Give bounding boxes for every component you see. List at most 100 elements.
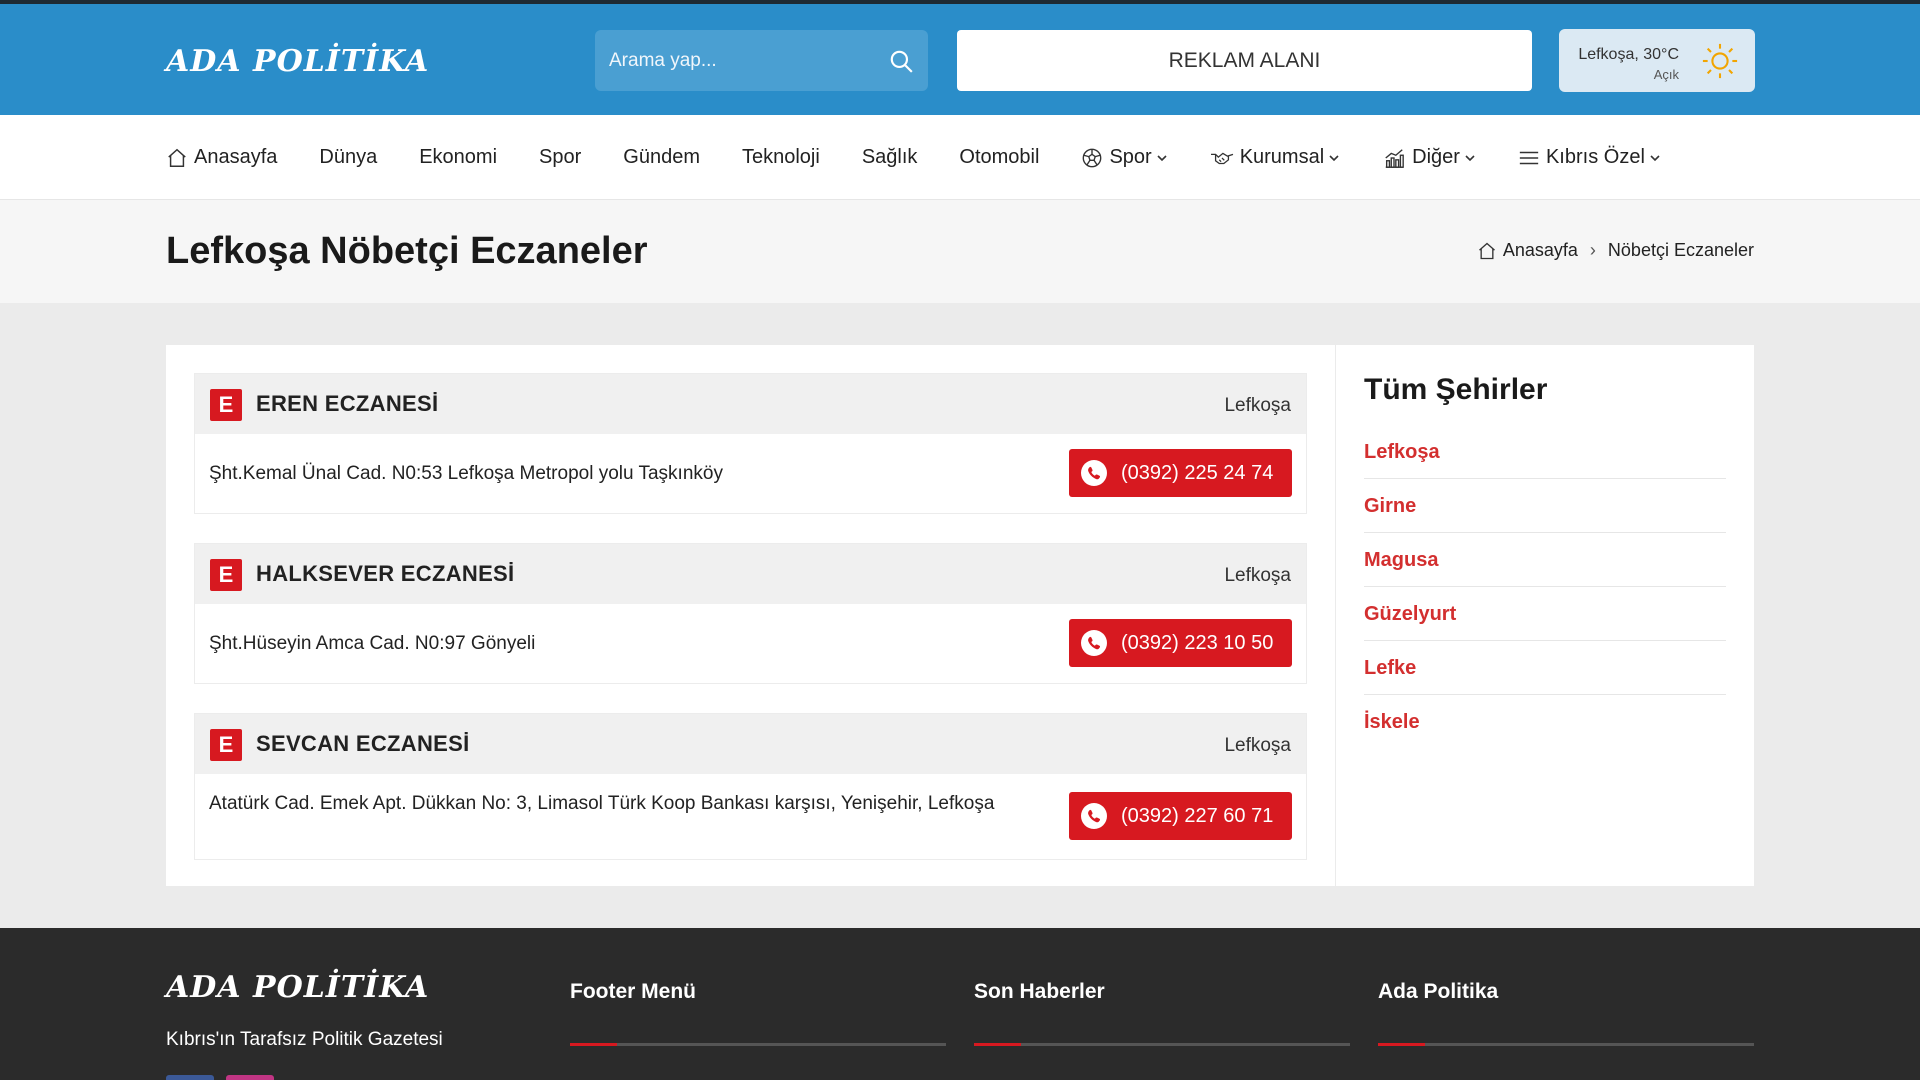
chart-icon bbox=[1385, 148, 1405, 168]
weather-widget: Lefkoşa, 30°C Açık bbox=[1559, 29, 1755, 92]
weather-condition: Açık bbox=[1653, 67, 1679, 82]
facebook-icon[interactable] bbox=[166, 1075, 214, 1080]
site-logo[interactable]: ADA POLİTİKA bbox=[166, 44, 429, 79]
city-link-magusa[interactable]: Magusa bbox=[1364, 533, 1726, 587]
page-header: Lefkoşa Nöbetçi Eczaneler Anasayfa › Nöb… bbox=[0, 200, 1920, 303]
nav-label: Teknoloji bbox=[741, 146, 820, 168]
nav-item-spor[interactable]: Spor bbox=[539, 146, 581, 169]
nav-label: Ekonomi bbox=[419, 146, 498, 168]
nav-dropdown-kurumsal[interactable]: Kurumsal bbox=[1210, 146, 1340, 169]
nav-label: Spor bbox=[1109, 146, 1152, 168]
sun-icon bbox=[1702, 43, 1738, 79]
chevron-down-icon bbox=[1157, 154, 1167, 161]
city-sidebar: Tüm Şehirler Lefkoşa Girne Magusa Güzely… bbox=[1336, 345, 1754, 886]
chevron-right-icon: › bbox=[1589, 240, 1596, 260]
nav-item-gundem[interactable]: Gündem bbox=[623, 146, 700, 169]
call-button[interactable]: (0392) 227 60 71 bbox=[1069, 792, 1292, 840]
pharmacy-name: HALKSEVER ECZANESİ bbox=[256, 561, 515, 586]
pharmacy-card-body: Atatürk Cad. Emek Apt. Dükkan No: 3, Lim… bbox=[195, 774, 1306, 859]
footer-divider-accent bbox=[974, 1043, 1021, 1046]
page-title: Lefkoşa Nöbetçi Eczaneler bbox=[166, 230, 648, 272]
city-link-lefkosa[interactable]: Lefkoşa bbox=[1364, 425, 1726, 479]
footer-column-title: Ada Politika bbox=[1378, 980, 1499, 1003]
nav-dropdown-spor[interactable]: Spor bbox=[1081, 146, 1167, 169]
footer-tagline: Kıbrıs'ın Tarafsız Politik Gazetesi bbox=[166, 1029, 443, 1050]
search-icon[interactable] bbox=[888, 48, 914, 74]
search-input[interactable] bbox=[609, 30, 869, 91]
home-icon bbox=[1478, 242, 1495, 259]
city-link-guzelyurt[interactable]: Güzelyurt bbox=[1364, 587, 1726, 641]
nav-label: Sağlık bbox=[861, 146, 918, 168]
phone-icon bbox=[1081, 803, 1107, 829]
nav-label: Gündem bbox=[623, 146, 700, 168]
pharmacy-address: Şht.Kemal Ünal Cad. N0:53 Lefkoşa Metrop… bbox=[209, 463, 723, 484]
weather-city-temp: Lefkoşa, 30°C bbox=[1578, 46, 1679, 63]
phone-number: (0392) 223 10 50 bbox=[1121, 631, 1274, 654]
site-header: ADA POLİTİKA REKLAM ALANI Lefkoşa, 30°C … bbox=[0, 4, 1920, 115]
nav-item-ekonomi[interactable]: Ekonomi bbox=[419, 146, 497, 169]
phone-number: (0392) 225 24 74 bbox=[1121, 461, 1274, 484]
nav-label: Spor bbox=[539, 146, 582, 168]
pharmacy-card: E EREN ECZANESİ Lefkoşa Şht.Kemal Ünal C… bbox=[194, 373, 1307, 514]
home-icon bbox=[168, 148, 186, 167]
nav-dropdown-diger[interactable]: Diğer bbox=[1382, 146, 1476, 169]
search-box bbox=[595, 30, 928, 91]
breadcrumb-current: Nöbetçi Eczaneler bbox=[1607, 240, 1754, 260]
nav-item-anasayfa[interactable]: Anasayfa bbox=[166, 146, 277, 169]
nav-label: Kurumsal bbox=[1239, 146, 1325, 168]
footer-column: Son Haberler bbox=[974, 980, 1350, 1004]
footer-divider bbox=[1378, 1043, 1754, 1046]
breadcrumb: Anasayfa › Nöbetçi Eczaneler bbox=[1477, 240, 1754, 261]
nav-label: Kıbrıs Özel bbox=[1545, 146, 1645, 168]
pharmacy-name: SEVCAN ECZANESİ bbox=[256, 731, 470, 756]
footer-column-title: Footer Menü bbox=[570, 980, 696, 1003]
city-link-girne[interactable]: Girne bbox=[1364, 479, 1726, 533]
nav-item-otomobil[interactable]: Otomobil bbox=[959, 146, 1039, 169]
footer-column: Ada Politika bbox=[1378, 980, 1754, 1004]
pharmacy-card-body: Şht.Kemal Ünal Cad. N0:53 Lefkoşa Metrop… bbox=[195, 434, 1306, 513]
nav-label: Dünya bbox=[319, 146, 378, 168]
pharmacy-city: Lefkoşa bbox=[1224, 395, 1291, 416]
pharmacy-name: EREN ECZANESİ bbox=[256, 391, 439, 416]
nav-label: Anasayfa bbox=[194, 146, 278, 168]
pharmacy-badge: E bbox=[210, 389, 242, 421]
nav-item-teknoloji[interactable]: Teknoloji bbox=[742, 146, 820, 169]
footer-logo[interactable]: ADA POLİTİKA bbox=[166, 970, 429, 1005]
pharmacy-address: Atatürk Cad. Emek Apt. Dükkan No: 3, Lim… bbox=[209, 793, 995, 814]
instagram-icon[interactable] bbox=[226, 1075, 274, 1080]
pharmacy-list: E EREN ECZANESİ Lefkoşa Şht.Kemal Ünal C… bbox=[166, 345, 1335, 886]
call-button[interactable]: (0392) 225 24 74 bbox=[1069, 449, 1292, 497]
nav-item-dunya[interactable]: Dünya bbox=[319, 146, 377, 169]
footer-column-title: Son Haberler bbox=[974, 980, 1105, 1003]
nav-item-saglik[interactable]: Sağlık bbox=[862, 146, 918, 169]
city-list: Lefkoşa Girne Magusa Güzelyurt Lefke İsk… bbox=[1364, 425, 1726, 749]
footer-divider-accent bbox=[570, 1043, 617, 1046]
breadcrumb-home-link[interactable]: Anasayfa bbox=[1503, 240, 1578, 261]
pharmacy-card-body: Şht.Hüseyin Amca Cad. N0:97 Gönyeli (039… bbox=[195, 604, 1306, 683]
menu-icon bbox=[1519, 151, 1539, 164]
pharmacy-badge: E bbox=[210, 729, 242, 761]
chevron-down-icon bbox=[1465, 154, 1475, 161]
site-footer: ADA POLİTİKA Kıbrıs'ın Tarafsız Politik … bbox=[0, 928, 1920, 1080]
footer-divider-accent bbox=[1378, 1043, 1425, 1046]
phone-number: (0392) 227 60 71 bbox=[1121, 804, 1274, 827]
pharmacy-card-header: E HALKSEVER ECZANESİ Lefkoşa bbox=[195, 544, 1306, 604]
sidebar-title: Tüm Şehirler bbox=[1364, 373, 1548, 406]
footer-divider bbox=[570, 1043, 946, 1046]
footer-column: Footer Menü bbox=[570, 980, 946, 1004]
chevron-down-icon bbox=[1329, 154, 1339, 161]
pharmacy-card: E HALKSEVER ECZANESİ Lefkoşa Şht.Hüseyin… bbox=[194, 543, 1307, 684]
nav-label: Otomobil bbox=[959, 146, 1040, 168]
phone-icon bbox=[1081, 460, 1107, 486]
city-link-iskele[interactable]: İskele bbox=[1364, 695, 1726, 749]
nav-dropdown-kibris-ozel[interactable]: Kıbrıs Özel bbox=[1518, 146, 1661, 169]
pharmacy-card-header: E EREN ECZANESİ Lefkoşa bbox=[195, 374, 1306, 434]
pharmacy-city: Lefkoşa bbox=[1224, 565, 1291, 586]
call-button[interactable]: (0392) 223 10 50 bbox=[1069, 619, 1292, 667]
city-link-lefke[interactable]: Lefke bbox=[1364, 641, 1726, 695]
pharmacy-badge: E bbox=[210, 559, 242, 591]
main-nav: Anasayfa Dünya Ekonomi Spor Gündem Tekno… bbox=[0, 115, 1920, 200]
footer-divider bbox=[974, 1043, 1350, 1046]
chevron-down-icon bbox=[1650, 154, 1660, 161]
ad-banner[interactable]: REKLAM ALANI bbox=[957, 30, 1532, 91]
